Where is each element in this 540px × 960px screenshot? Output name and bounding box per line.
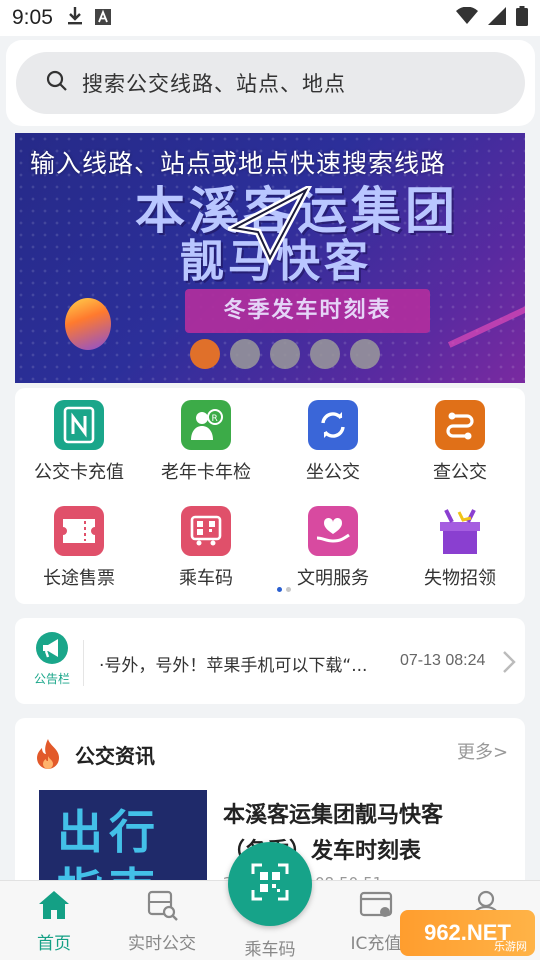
service-search-bus[interactable]: 查公交: [396, 400, 524, 484]
service-label: 长途售票: [43, 568, 115, 589]
signal-icon: [488, 6, 506, 30]
grid-page-indicator: [277, 587, 291, 592]
heart-hand-icon: [308, 506, 358, 556]
service-lost-and-found[interactable]: 失物招领: [396, 506, 524, 590]
carousel-dot[interactable]: [310, 339, 340, 369]
tab-realtime-bus[interactable]: 实时公交: [112, 889, 212, 954]
service-label: 坐公交: [306, 462, 360, 483]
qr-bus-icon: [181, 506, 231, 556]
fire-icon: [35, 738, 61, 774]
tab-label: 实时公交: [128, 934, 196, 954]
status-bar: 9:05: [0, 0, 540, 36]
notice-divider: [83, 640, 84, 686]
service-label: 失物招领: [424, 568, 496, 589]
lost-box-icon: [435, 506, 485, 556]
elderly-card-icon: R: [181, 400, 231, 450]
service-long-distance-tickets[interactable]: 长途售票: [15, 506, 143, 590]
service-label: 查公交: [433, 462, 487, 483]
ride-code-fab[interactable]: [228, 842, 312, 926]
carousel-dot[interactable]: [270, 339, 300, 369]
svg-text:R: R: [212, 414, 218, 424]
ticket-icon: [54, 506, 104, 556]
banner-orb-decoration: [65, 298, 111, 350]
refresh-bus-icon: [308, 400, 358, 450]
tab-home[interactable]: 首页: [4, 889, 104, 954]
status-time: 9:05: [12, 6, 53, 29]
megaphone-icon: [34, 632, 70, 668]
home-icon: [37, 891, 71, 925]
service-bus-card-recharge[interactable]: 公交卡充值: [15, 400, 143, 484]
search-input[interactable]: 搜索公交线路、站点、地点: [16, 52, 525, 114]
service-grid: 公交卡充值 R 老年卡年检 坐公交 查公交 长途售票 乘车码 文明服务 失物招领: [15, 388, 525, 604]
route-search-icon: [435, 400, 485, 450]
notice-badge-label: 公告栏: [33, 672, 70, 686]
font-app-icon: [94, 6, 111, 30]
page-dot: [277, 587, 282, 592]
carousel-dot[interactable]: [190, 339, 220, 369]
service-take-bus[interactable]: 坐公交: [269, 400, 397, 484]
download-icon: [67, 6, 83, 31]
tab-ride-code[interactable]: 乘车码: [220, 931, 320, 960]
chevron-right-icon: [502, 650, 516, 680]
search-placeholder: 搜索公交线路、站点、地点: [82, 72, 346, 96]
service-label: 公交卡充值: [34, 462, 124, 483]
battery-icon: [516, 5, 528, 31]
tab-label: 首页: [37, 934, 71, 954]
banner-tag: 冬季发车时刻表: [185, 289, 430, 333]
tab-label: 乘车码: [244, 940, 296, 960]
qr-code-icon: [250, 862, 290, 906]
wifi-icon: [456, 6, 478, 30]
thumb-text: 出行: [57, 805, 161, 859]
search-icon: [46, 70, 68, 96]
guide-tip: 输入线路、站点或地点快速搜索线路: [30, 149, 447, 178]
service-elderly-card-check[interactable]: R 老年卡年检: [142, 400, 270, 484]
cursor-pointer-icon: [223, 181, 315, 274]
nfc-card-icon: [54, 400, 104, 450]
service-civilized-service[interactable]: 文明服务: [269, 506, 397, 590]
service-label: 乘车码: [179, 568, 233, 589]
watermark-subtext: 乐游网: [494, 940, 527, 953]
bus-search-icon: [145, 890, 179, 925]
ic-card-icon: [359, 891, 393, 925]
notice-bar[interactable]: 公告栏 ·号外，号外！苹果手机可以下载“... 07-13 08:24: [15, 618, 525, 704]
carousel-dot[interactable]: [350, 339, 380, 369]
service-label: 老年卡年检: [161, 462, 251, 483]
banner-carousel-indicator: [190, 339, 380, 369]
notice-time: 07-13 08:24: [400, 652, 486, 669]
watermark-logo: 962.NET 乐游网: [400, 910, 535, 956]
search-panel: 搜索公交线路、站点、地点: [6, 40, 535, 126]
news-heading: 公交资讯: [75, 744, 155, 768]
notice-text: ·号外，号外！苹果手机可以下载“...: [99, 656, 368, 676]
news-more-link[interactable]: 更多>: [457, 738, 508, 764]
notice-badge: 公告栏: [29, 632, 75, 687]
page-dot: [286, 587, 291, 592]
carousel-dot[interactable]: [230, 339, 260, 369]
service-ride-code[interactable]: 乘车码: [142, 506, 270, 590]
